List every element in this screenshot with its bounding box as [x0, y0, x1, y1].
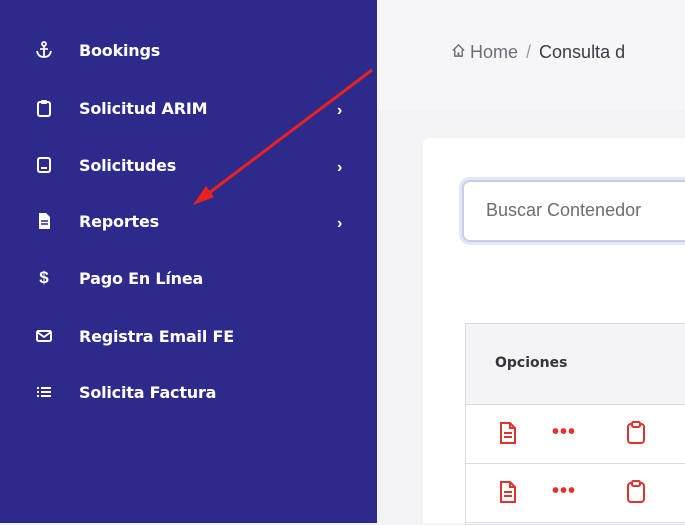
sidebar: Bookings Solicitud ARIM › Solicitudes › …: [0, 0, 377, 523]
breadcrumb: Home / Consulta d: [451, 42, 625, 63]
home-icon[interactable]: [451, 42, 466, 63]
results-table: Opciones ••• •••: [465, 323, 685, 525]
clipboard-icon: [34, 98, 54, 118]
sidebar-item-label: Solicitud ARIM: [79, 98, 208, 118]
sidebar-item-label: Solicitudes: [79, 155, 177, 175]
more-icon[interactable]: •••: [552, 480, 576, 503]
sidebar-item-pago-en-linea[interactable]: $ Pago En Línea: [0, 258, 377, 298]
sidebar-item-label: Bookings: [79, 40, 161, 60]
clipboard-icon[interactable]: [626, 421, 646, 450]
table-row: •••: [466, 464, 685, 523]
chevron-right-icon: ›: [337, 215, 343, 232]
breadcrumb-separator: /: [526, 42, 532, 62]
sidebar-item-registra-email-fe[interactable]: Registra Email FE: [0, 316, 377, 356]
clipboard-icon[interactable]: [626, 480, 646, 509]
sidebar-item-label: Reportes: [79, 211, 159, 231]
chevron-right-icon: ›: [337, 102, 343, 119]
sidebar-item-label: Registra Email FE: [79, 326, 234, 346]
sidebar-item-label: Pago En Línea: [79, 268, 204, 288]
document-icon[interactable]: [499, 421, 517, 450]
table-row: •••: [466, 405, 685, 464]
anchor-icon: [34, 40, 54, 60]
column-header-opciones: Opciones: [495, 355, 568, 371]
sidebar-item-solicitudes[interactable]: Solicitudes ›: [0, 145, 377, 185]
sidebar-item-solicita-factura[interactable]: Solicita Factura: [0, 372, 377, 412]
tablet-icon: [34, 155, 54, 175]
sidebar-item-label: Solicita Factura: [79, 382, 217, 402]
list-icon: [34, 382, 54, 402]
table-header: Opciones: [466, 324, 685, 405]
sidebar-item-reportes[interactable]: Reportes ›: [0, 201, 377, 241]
chevron-right-icon: ›: [337, 159, 343, 176]
envelope-icon: [34, 326, 54, 346]
search-input[interactable]: [484, 199, 685, 222]
breadcrumb-current: Consulta d: [539, 42, 626, 62]
document-icon[interactable]: [499, 480, 517, 509]
breadcrumb-home-link[interactable]: Home: [470, 42, 518, 63]
dollar-icon: $: [39, 268, 49, 287]
search-box[interactable]: [462, 180, 685, 242]
sidebar-item-bookings[interactable]: Bookings: [0, 30, 377, 70]
more-icon[interactable]: •••: [552, 421, 576, 444]
sidebar-item-solicitud-arim[interactable]: Solicitud ARIM ›: [0, 88, 377, 128]
document-icon: [34, 211, 54, 231]
